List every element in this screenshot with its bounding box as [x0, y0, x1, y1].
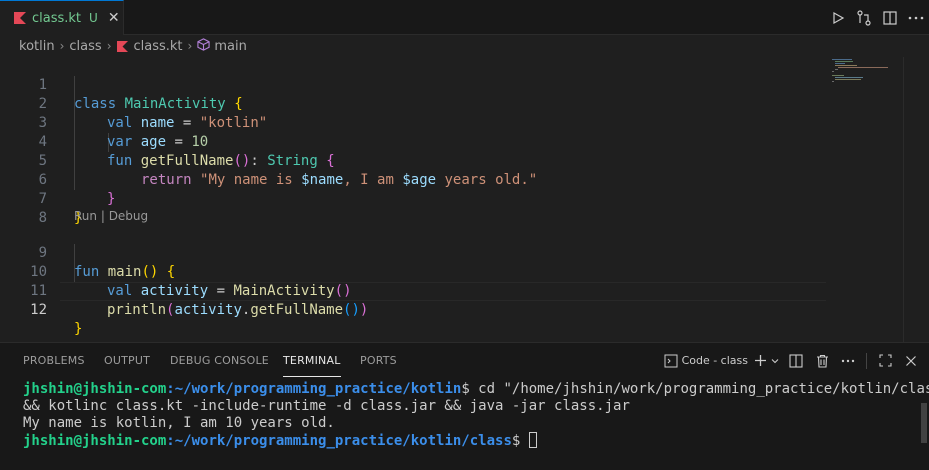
- terminal-path: :~/work/programming_practice/kotlin/clas…: [166, 433, 512, 449]
- codelens-debug[interactable]: Debug: [109, 209, 148, 223]
- open-changes-icon[interactable]: [851, 5, 877, 31]
- terminal-command-cont: && kotlinc class.kt -include-runtime -d …: [23, 398, 630, 414]
- code-text: }: [107, 191, 116, 207]
- codelens-separator: |: [97, 209, 109, 223]
- code-text: val name = "kotlin": [107, 115, 268, 131]
- code-text: val activity = MainActivity(): [107, 283, 352, 299]
- terminal-prompt: $: [511, 433, 529, 449]
- code-text: fun main() {: [74, 264, 176, 280]
- chevron-right-icon: ›: [59, 39, 65, 53]
- maximize-panel-icon[interactable]: [875, 350, 895, 372]
- terminal-scrollbar[interactable]: [921, 403, 927, 443]
- code-line: 12 }: [0, 282, 82, 337]
- tab-debug-console[interactable]: DEBUG CONSOLE: [170, 343, 269, 378]
- code-text: }: [74, 321, 83, 337]
- close-tab-icon[interactable]: ✕: [108, 10, 120, 26]
- tab-terminal[interactable]: TERMINAL: [283, 343, 341, 377]
- new-terminal-icon[interactable]: [754, 350, 780, 372]
- more-actions-icon[interactable]: [903, 5, 929, 31]
- split-terminal-icon[interactable]: [786, 350, 806, 372]
- code-line: 1 class MainActivity {: [0, 57, 243, 112]
- terminal-program-output: My name is kotlin, I am 10 years old.: [23, 415, 335, 431]
- tab-ports[interactable]: PORTS: [360, 343, 397, 378]
- terminal-path: :~/work/programming_practice/kotlin: [166, 381, 462, 397]
- close-panel-icon[interactable]: [901, 350, 921, 372]
- minimap[interactable]: [832, 57, 902, 97]
- terminal-user: jhshin@jhshin-com: [23, 433, 167, 449]
- editor-actions: [825, 0, 929, 35]
- chevron-down-icon[interactable]: [770, 356, 780, 366]
- line-number: 12: [30, 302, 47, 318]
- code-text: class MainActivity {: [74, 96, 243, 112]
- tab-output[interactable]: OUTPUT: [104, 343, 150, 378]
- codelens: Run | Debug: [74, 208, 148, 224]
- terminal-cursor: [528, 432, 537, 448]
- codelens-run[interactable]: Run: [74, 209, 97, 223]
- code-text: var age = 10: [107, 134, 209, 150]
- breadcrumb-item-main[interactable]: main: [214, 39, 246, 54]
- code-line: 4 fun getFullName(): String {: [0, 114, 335, 169]
- code-line: 5 return "My name is $name, I am $age ye…: [0, 133, 538, 188]
- editor-scrollbar[interactable]: [903, 57, 904, 342]
- bottom-panel: PROBLEMS OUTPUT DEBUG CONSOLE TERMINAL P…: [0, 342, 929, 470]
- panel-actions: Code - class: [664, 343, 921, 378]
- code-line: 9 fun main() {: [0, 225, 176, 280]
- editor-tab-bar: class.kt U ✕: [0, 0, 929, 35]
- tab-filename: class.kt: [32, 10, 82, 26]
- code-line: 6 }: [0, 152, 116, 207]
- terminal-command: $ cd "/home/jhshin/work/programming_prac…: [461, 381, 929, 397]
- code-text: return "My name is $name, I am $age year…: [141, 172, 538, 188]
- terminal-icon: [664, 354, 678, 367]
- code-line: 3 var age = 10: [0, 95, 209, 150]
- chevron-right-icon: ›: [187, 39, 193, 53]
- run-icon[interactable]: [825, 5, 851, 31]
- kotlin-file-icon: [116, 40, 128, 52]
- code-editor[interactable]: 1 class MainActivity { 2 val name = "kot…: [0, 57, 929, 342]
- chevron-right-icon: ›: [106, 39, 112, 53]
- breadcrumb-item-class[interactable]: class: [69, 39, 101, 54]
- terminal-selector[interactable]: Code - class: [664, 350, 748, 372]
- trash-icon[interactable]: [812, 350, 832, 372]
- tab-problems[interactable]: PROBLEMS: [23, 343, 85, 378]
- more-actions-icon[interactable]: [838, 350, 858, 372]
- code-line: 10 val activity = MainActivity(): [0, 244, 351, 299]
- terminal-output[interactable]: jhshin@jhshin-com:~/work/programming_pra…: [23, 381, 929, 450]
- split-editor-icon[interactable]: [877, 5, 903, 31]
- indent-guide: [74, 76, 75, 190]
- divider: [866, 352, 867, 369]
- code-text: println(activity.getFullName()): [107, 302, 369, 318]
- terminal-name: Code - class: [681, 354, 748, 367]
- code-line: 8: [0, 190, 47, 226]
- symbol-method-icon: [197, 37, 210, 55]
- kotlin-file-icon: [14, 12, 26, 24]
- breadcrumb: kotlin › class › class.kt › main: [0, 35, 929, 57]
- code-text: fun getFullName(): String {: [107, 153, 335, 169]
- breadcrumb-item-file[interactable]: class.kt: [134, 39, 183, 54]
- git-status-badge: U: [89, 11, 98, 25]
- terminal-user: jhshin@jhshin-com: [23, 381, 167, 397]
- breadcrumb-item-kotlin[interactable]: kotlin: [19, 39, 55, 54]
- code-line: 2 val name = "kotlin": [0, 76, 268, 131]
- tab-class-kt[interactable]: class.kt U ✕: [0, 0, 124, 35]
- code-line: 11 println(activity.getFullName()): [0, 263, 368, 318]
- code-line: 7 }: [0, 171, 83, 226]
